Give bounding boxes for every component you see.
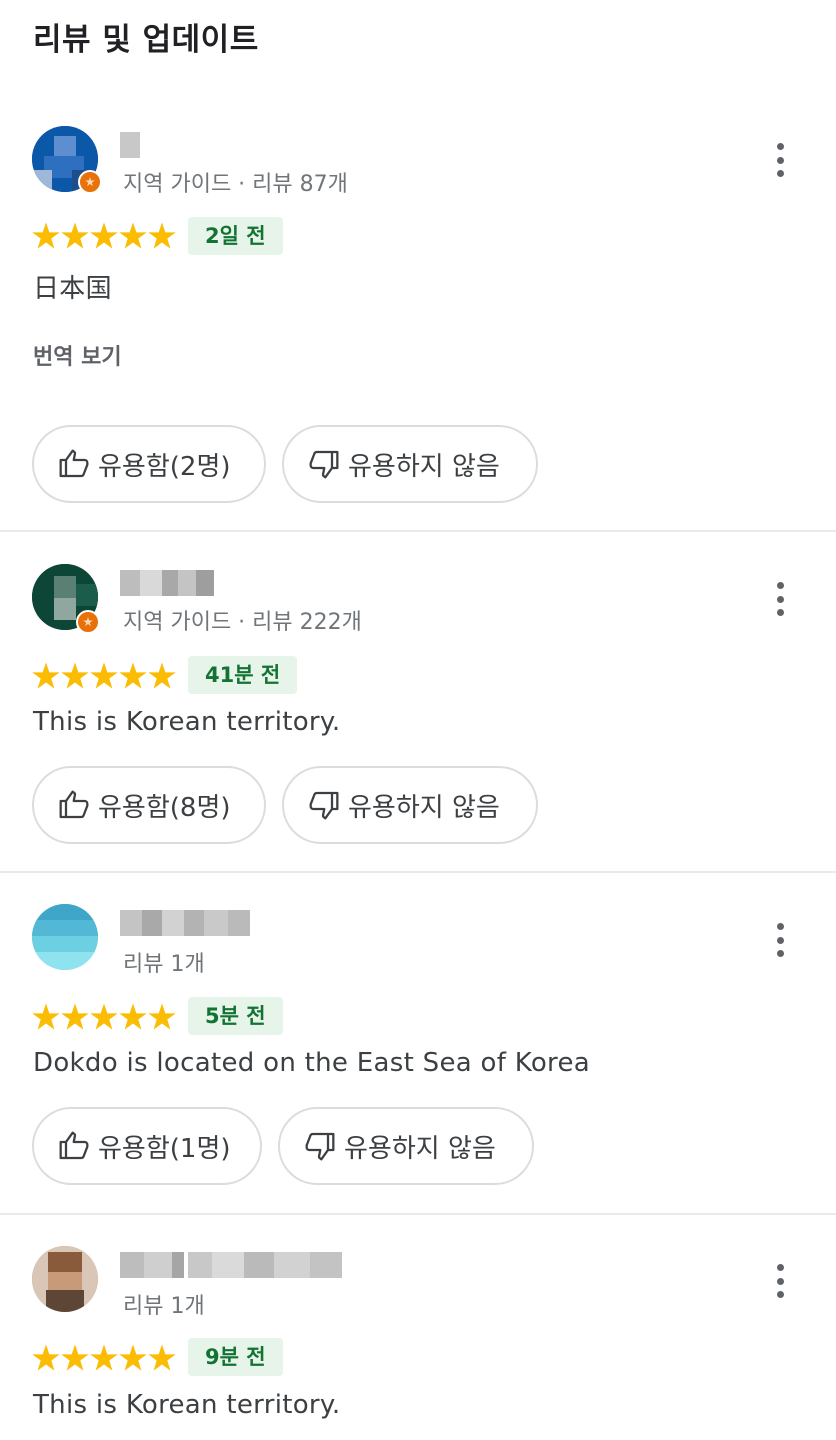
star-icon — [119, 662, 147, 689]
reviewer-meta: 리뷰 1개 — [123, 1294, 205, 1319]
star-icon — [90, 222, 118, 249]
review-divider — [0, 1213, 836, 1215]
star-icon — [148, 662, 176, 689]
section-title: 리뷰 및 업데이트 — [33, 22, 259, 58]
star-icon — [61, 1003, 89, 1030]
reviewer-avatar[interactable] — [32, 1246, 98, 1312]
review-text: 日本国 — [33, 274, 112, 304]
not-helpful-label: 유용하지 않음 — [348, 451, 500, 482]
thumb-down-outline-icon — [304, 1130, 336, 1162]
more-options-icon[interactable] — [770, 582, 790, 616]
reviewer-meta: 지역 가이드 · 리뷰 222개 — [123, 610, 362, 635]
local-guide-badge-icon — [76, 610, 100, 634]
star-rating — [32, 222, 176, 250]
star-icon — [119, 1003, 147, 1030]
star-icon — [61, 662, 89, 689]
review-divider — [0, 530, 836, 532]
helpful-label: 유용함(1명) — [98, 1133, 231, 1164]
not-helpful-label: 유용하지 않음 — [344, 1133, 496, 1164]
helpful-label: 유용함(8명) — [98, 792, 231, 823]
reviewer-name-blurred[interactable] — [120, 132, 140, 158]
more-options-icon[interactable] — [770, 1264, 790, 1298]
review-time-badge: 41분 전 — [188, 656, 298, 694]
helpful-button[interactable]: 유용함(8명) — [32, 766, 266, 844]
helpful-button[interactable]: 유용함(2명) — [32, 425, 266, 503]
star-icon — [61, 222, 89, 249]
helpful-label: 유용함(2명) — [98, 451, 231, 482]
star-icon — [32, 222, 60, 249]
not-helpful-button[interactable]: 유용하지 않음 — [278, 1107, 534, 1185]
reviewer-avatar[interactable] — [32, 904, 98, 970]
review-divider — [0, 871, 836, 873]
star-rating — [32, 1003, 176, 1031]
star-icon — [32, 1344, 60, 1371]
helpful-button[interactable]: 유용함(1명) — [32, 1107, 262, 1185]
star-icon — [32, 662, 60, 689]
thumb-up-outline-icon — [58, 1130, 90, 1162]
thumb-up-outline-icon — [58, 789, 90, 821]
reviewer-meta: 지역 가이드 · 리뷰 87개 — [123, 172, 348, 197]
reviewer-name-blurred[interactable] — [120, 910, 250, 936]
local-guide-badge-icon — [78, 170, 102, 194]
star-icon — [90, 1344, 118, 1371]
review-text: Dokdo is located on the East Sea of Kore… — [33, 1048, 590, 1078]
reviewer-meta: 리뷰 1개 — [123, 952, 205, 977]
star-icon — [32, 1003, 60, 1030]
star-icon — [148, 1344, 176, 1371]
review-time-badge: 5분 전 — [188, 997, 283, 1035]
more-options-icon[interactable] — [770, 923, 790, 957]
not-helpful-button[interactable]: 유용하지 않음 — [282, 766, 538, 844]
star-icon — [119, 1344, 147, 1371]
review-time-badge: 2일 전 — [188, 217, 283, 255]
thumb-down-outline-icon — [308, 789, 340, 821]
star-icon — [148, 222, 176, 249]
star-rating — [32, 662, 176, 690]
review-time-badge: 9분 전 — [188, 1338, 283, 1376]
star-icon — [90, 662, 118, 689]
not-helpful-label: 유용하지 않음 — [348, 792, 500, 823]
more-options-icon[interactable] — [770, 143, 790, 177]
reviewer-name-blurred[interactable] — [120, 570, 214, 596]
review-text: This is Korean territory. — [33, 707, 341, 737]
reviewer-name-blurred[interactable] — [120, 1252, 342, 1278]
reviews-page: 리뷰 및 업데이트 지역 가이드 · 리뷰 87개 2일 전 日本国 번역 보기… — [0, 0, 836, 1440]
star-icon — [90, 1003, 118, 1030]
review-text: This is Korean territory. — [33, 1390, 341, 1420]
star-icon — [119, 222, 147, 249]
thumb-down-outline-icon — [308, 448, 340, 480]
translate-link[interactable]: 번역 보기 — [33, 339, 122, 371]
star-rating — [32, 1344, 176, 1372]
thumb-up-outline-icon — [58, 448, 90, 480]
star-icon — [61, 1344, 89, 1371]
not-helpful-button[interactable]: 유용하지 않음 — [282, 425, 538, 503]
star-icon — [148, 1003, 176, 1030]
